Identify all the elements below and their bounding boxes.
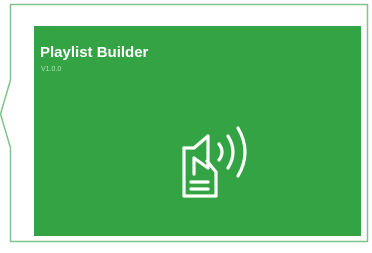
app-tile-callout: Playlist Builder V1.0.0 xyxy=(0,0,372,253)
app-tile[interactable]: Playlist Builder V1.0.0 xyxy=(34,26,361,236)
app-version: V1.0.0 xyxy=(41,66,62,73)
app-title: Playlist Builder xyxy=(40,44,149,61)
playlist-speaker-icon xyxy=(182,126,247,198)
